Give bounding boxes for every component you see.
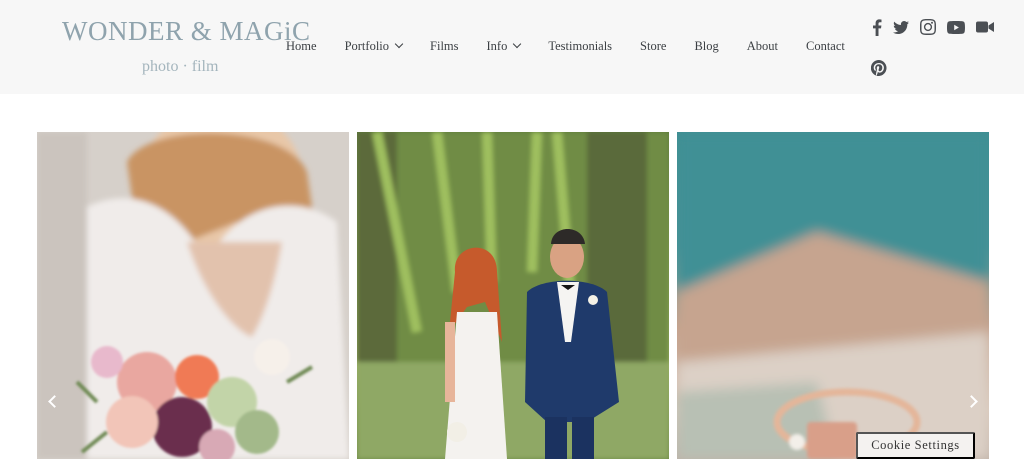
- logo-wordmark: WONDER & MAGiC: [62, 16, 311, 46]
- nav-item-store[interactable]: Store: [640, 39, 666, 54]
- bride-bouquet-illustration: [37, 132, 349, 459]
- gallery-photo-couple-walking[interactable]: [357, 132, 669, 459]
- nav-item-label: About: [746, 38, 778, 53]
- gallery-next-arrow[interactable]: [964, 390, 978, 412]
- nav-item-home[interactable]: Home: [286, 39, 317, 54]
- ring-detail-illustration: [677, 132, 989, 459]
- instagram-icon[interactable]: [918, 17, 938, 37]
- main-nav: Home Portfolio Films Info Testimonials S…: [286, 36, 845, 56]
- chevron-left-icon: [47, 394, 61, 408]
- site-header: WONDER & MAGiC photo · film Home Portfol…: [0, 0, 1024, 94]
- nav-item-about[interactable]: About: [747, 39, 778, 54]
- nav-item-contact[interactable]: Contact: [806, 39, 845, 54]
- nav-item-blog[interactable]: Blog: [694, 39, 718, 54]
- gallery-photo-bride-bouquet[interactable]: [37, 132, 349, 459]
- gallery-photo-ring-detail[interactable]: [677, 132, 989, 459]
- facebook-icon[interactable]: [867, 17, 887, 37]
- nav-item-info[interactable]: Info: [486, 38, 522, 54]
- nav-item-label: Info: [486, 38, 508, 53]
- logo-tagline: photo · film: [142, 58, 219, 75]
- gallery-prev-arrow[interactable]: [47, 390, 61, 412]
- vimeo-camera-icon[interactable]: [975, 17, 995, 37]
- nav-item-label: Store: [640, 38, 667, 53]
- chevron-right-icon: [964, 394, 978, 408]
- nav-item-label: Films: [430, 38, 459, 53]
- nav-item-testimonials[interactable]: Testimonials: [548, 39, 612, 54]
- pinterest-icon[interactable]: [869, 58, 889, 78]
- cookie-settings-button[interactable]: Cookie Settings: [856, 432, 975, 459]
- nav-item-portfolio[interactable]: Portfolio: [344, 38, 404, 54]
- nav-item-label: Testimonials: [548, 38, 613, 53]
- hero-gallery: [0, 132, 1024, 459]
- couple-walking-illustration: [357, 132, 669, 459]
- twitter-icon[interactable]: [891, 17, 911, 37]
- chevron-down-icon: [394, 39, 404, 49]
- youtube-icon[interactable]: [946, 17, 966, 37]
- nav-item-films[interactable]: Films: [430, 39, 459, 54]
- nav-item-label: Blog: [694, 38, 719, 53]
- nav-item-label: Home: [286, 38, 317, 53]
- site-logo[interactable]: WONDER & MAGiC photo · film: [62, 16, 310, 78]
- nav-item-label: Contact: [806, 38, 845, 53]
- nav-item-label: Portfolio: [344, 38, 390, 53]
- chevron-down-icon: [513, 39, 522, 49]
